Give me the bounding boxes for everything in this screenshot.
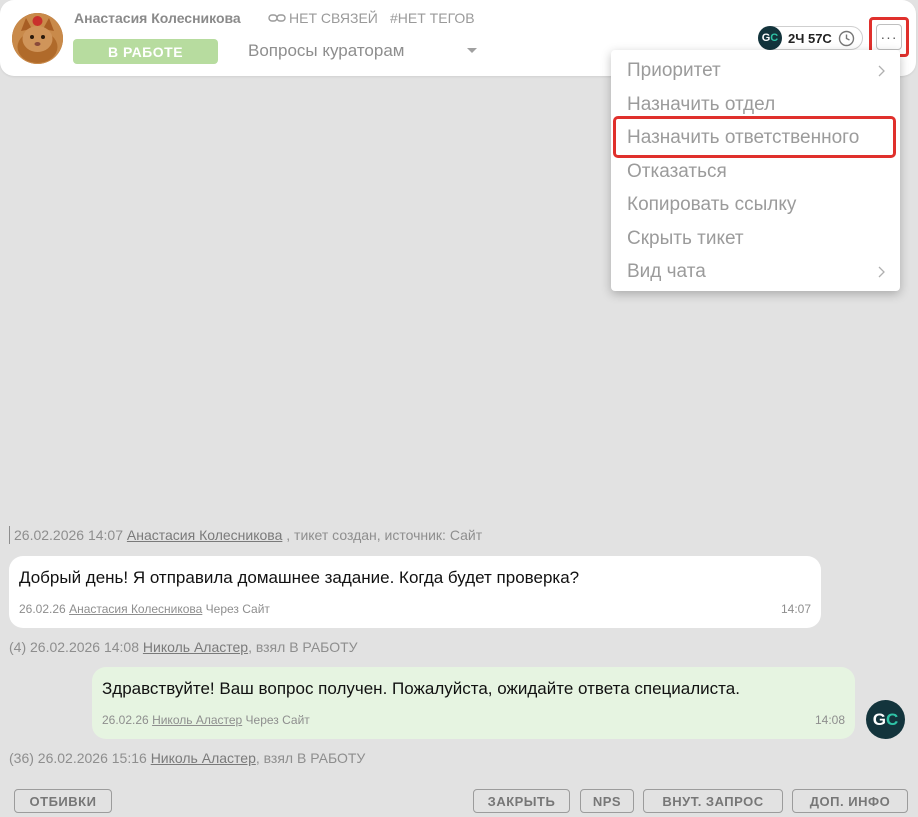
cat-avatar-image — [12, 13, 63, 64]
event-ticket-created: 26.02.2026 14:07 Анастасия Колесникова ,… — [14, 527, 482, 543]
timer-value: 2Ч 57С — [788, 30, 832, 46]
logo-letter-g: G — [761, 32, 771, 44]
templates-button[interactable]: ОТБИВКИ — [14, 789, 112, 813]
message-author-link[interactable]: Анастасия Колесникова — [69, 602, 202, 616]
event-datetime: 26.02.2026 14:08 — [30, 639, 140, 655]
event-author-link[interactable]: Анастасия Колесникова — [127, 527, 282, 543]
links-text: НЕТ СВЯЗЕЙ — [289, 10, 378, 26]
message-incoming: Добрый день! Я отправила домашнее задани… — [9, 556, 821, 628]
event-text: , тикет создан, источник: Сайт — [282, 527, 483, 543]
extra-info-button[interactable]: ДОП. ИНФО — [792, 789, 908, 813]
event-author-link[interactable]: Николь Аластер — [151, 750, 256, 766]
menu-item-label: Назначить ответственного — [627, 126, 860, 148]
message-outgoing: Здравствуйте! Ваш вопрос получен. Пожалу… — [92, 667, 855, 739]
message-text: Добрый день! Я отправила домашнее задани… — [19, 568, 580, 587]
status-badge[interactable]: В РАБОТЕ — [73, 39, 218, 64]
message-source: Через Сайт — [242, 713, 310, 727]
event-taken-1: (4) 26.02.2026 14:08 Николь Аластер, взя… — [9, 639, 358, 655]
message-time: 14:08 — [814, 713, 845, 727]
event-count: (36) — [9, 750, 34, 766]
menu-item-priority[interactable]: Приоритет — [611, 54, 900, 87]
more-icon: ··· — [876, 24, 902, 50]
operator-avatar: GC — [866, 700, 905, 739]
menu-item-assign-department[interactable]: Назначить отдел — [611, 88, 900, 121]
menu-item-assign-responsible[interactable]: Назначить ответственного — [611, 121, 900, 154]
topic-select[interactable]: Вопросы кураторам — [248, 41, 404, 61]
internal-request-button[interactable]: ВНУТ. ЗАПРОС — [643, 789, 783, 813]
message-source: Через Сайт — [202, 602, 270, 616]
message-time: 14:07 — [780, 602, 811, 616]
message-meta: 26.02.26 Николь Аластер Через Сайт — [102, 713, 310, 727]
event-text: , взял В РАБОТУ — [248, 639, 358, 655]
chevron-right-icon — [878, 266, 885, 278]
message-text: Здравствуйте! Ваш вопрос получен. Пожалу… — [102, 679, 740, 698]
tags-label[interactable]: #НЕТ ТЕГОВ — [390, 10, 475, 26]
menu-item-label: Вид чата — [627, 260, 706, 282]
menu-item-hide-ticket[interactable]: Скрыть тикет — [611, 222, 900, 255]
link-icon — [268, 14, 286, 22]
menu-item-chat-view[interactable]: Вид чата — [611, 255, 900, 288]
event-divider — [9, 526, 10, 544]
logo-letter-c: C — [885, 709, 899, 729]
event-datetime: 26.02.2026 15:16 — [37, 750, 147, 766]
menu-item-label: Отказаться — [627, 160, 727, 182]
menu-item-label: Копировать ссылку — [627, 193, 797, 215]
chevron-right-icon — [878, 65, 885, 77]
response-timer: GC 2Ч 57С — [758, 26, 863, 50]
gc-logo-icon: GC — [758, 26, 782, 50]
close-ticket-button[interactable]: ЗАКРЫТЬ — [473, 789, 570, 813]
ticket-actions-menu: Приоритет Назначить отдел Назначить отве… — [611, 50, 900, 291]
menu-item-refuse[interactable]: Отказаться — [611, 155, 900, 188]
user-name[interactable]: Анастасия Колесникова — [74, 10, 241, 26]
menu-item-label: Скрыть тикет — [627, 227, 744, 249]
event-author-link[interactable]: Николь Аластер — [143, 639, 248, 655]
clock-icon — [838, 30, 855, 46]
message-date: 26.02.26 — [102, 713, 149, 727]
menu-item-label: Назначить отдел — [627, 93, 776, 115]
chevron-down-icon[interactable] — [467, 48, 477, 53]
logo-letter-c: C — [770, 32, 779, 44]
message-meta: 26.02.26 Анастасия Колесникова Через Сай… — [19, 602, 270, 616]
logo-letter-g: G — [872, 709, 886, 729]
menu-item-label: Приоритет — [627, 59, 721, 81]
message-date: 26.02.26 — [19, 602, 66, 616]
user-avatar[interactable] — [12, 13, 63, 64]
message-author-link[interactable]: Николь Аластер — [152, 713, 242, 727]
menu-item-copy-link[interactable]: Копировать ссылку — [611, 188, 900, 221]
nps-button[interactable]: NPS — [580, 789, 634, 813]
event-datetime: 26.02.2026 14:07 — [14, 527, 123, 543]
links-label[interactable]: НЕТ СВЯЗЕЙ — [268, 10, 378, 26]
event-taken-2: (36) 26.02.2026 15:16 Николь Аластер, вз… — [9, 750, 365, 766]
event-text: , взял В РАБОТУ — [255, 750, 366, 766]
event-count: (4) — [9, 639, 27, 655]
